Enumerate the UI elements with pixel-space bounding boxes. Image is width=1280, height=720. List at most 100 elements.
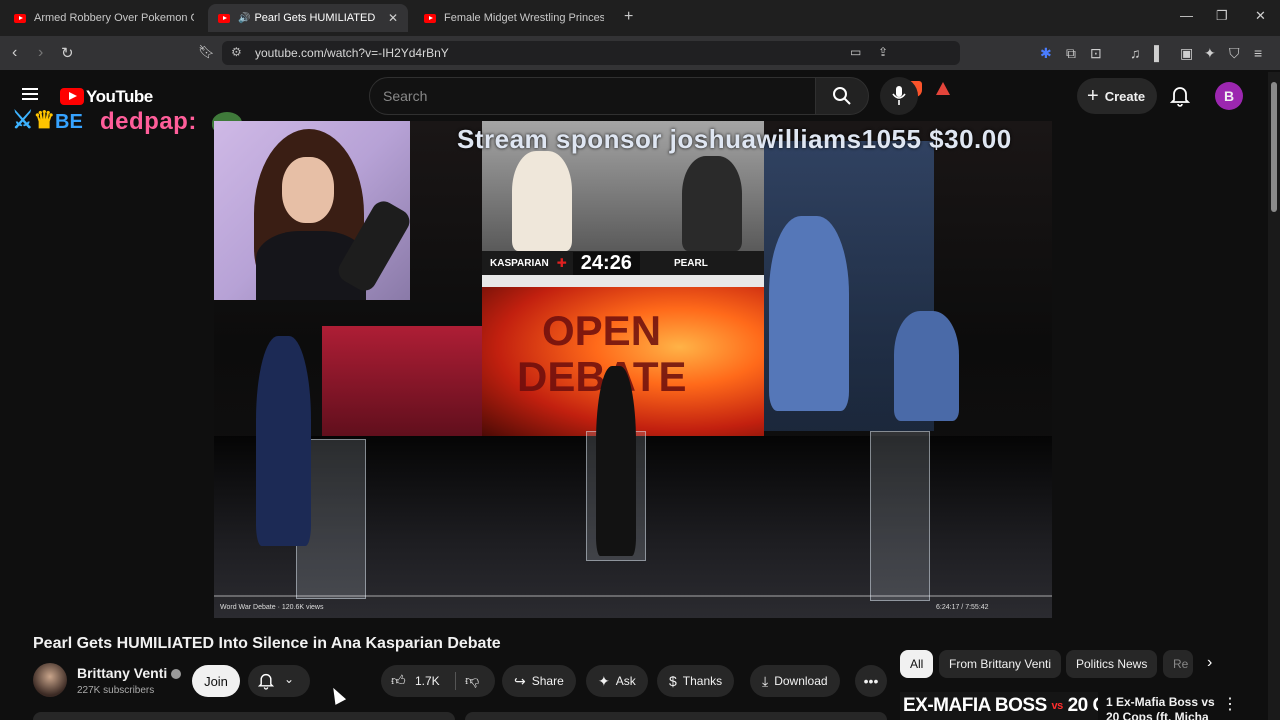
channel-name[interactable]: Brittany Venti	[77, 665, 182, 681]
wallet-icon[interactable]: ▣	[1180, 45, 1193, 62]
browser-menu-icon[interactable]: ≡	[1254, 45, 1262, 61]
debate-scoreboard: KASPARIAN ✚ 24:26 PEARL	[482, 251, 764, 275]
debate-timer: 24:26	[572, 251, 640, 275]
dislike-icon[interactable]: 👎︎	[465, 672, 479, 689]
side-screen-left	[322, 326, 484, 436]
embedded-player-controls: Word War Debate · 120.6K views 6:24:17 /…	[220, 604, 989, 611]
page-scrollbar[interactable]	[1268, 72, 1280, 720]
thumbnail-vs-text: vs	[1051, 699, 1064, 712]
debater-right	[769, 216, 849, 411]
create-button[interactable]: + Create	[1077, 78, 1157, 114]
close-tab-icon[interactable]: ✕	[388, 11, 398, 25]
scrollbar-thumb[interactable]	[1271, 82, 1277, 212]
puzzle-extensions-icon[interactable]: ⧉	[1066, 45, 1076, 62]
youtube-favicon-icon	[14, 13, 26, 23]
search-icon	[833, 87, 851, 105]
notifications-bell-icon[interactable]	[1170, 85, 1190, 107]
account-avatar[interactable]: B	[1215, 82, 1243, 110]
maple-leaf-icon: ✚	[556, 256, 567, 270]
overlay-streamer-name: dedpap:	[100, 108, 197, 135]
leo-ai-icon[interactable]: ✦	[1204, 45, 1216, 62]
extension-icon[interactable]: ✱	[1040, 45, 1052, 62]
restore-icon[interactable]: ❐	[1216, 8, 1228, 24]
super-thanks-icon: $	[669, 673, 677, 689]
speaker-icon: 🔊	[238, 12, 251, 24]
channel-avatar[interactable]	[33, 663, 67, 697]
moderator	[596, 366, 636, 556]
debater-left	[256, 336, 311, 546]
site-info-icon[interactable]: ⚙︎	[231, 45, 242, 59]
voice-search-button[interactable]	[880, 77, 918, 115]
download-button[interactable]: ⤓ Download	[750, 665, 840, 697]
thumbnail-text: EX-MAFIA BOSS vs 20 COPS	[903, 695, 1098, 717]
like-dislike-group: 👍︎ 1.7K 👎︎	[381, 665, 495, 697]
brave-rewards-icon[interactable]	[936, 82, 950, 95]
media-icon[interactable]: ♫	[1130, 45, 1141, 61]
recommended-thumbnail[interactable]: EX-MAFIA BOSS vs 20 COPS	[900, 692, 1098, 720]
chevron-right-icon[interactable]: ›	[1207, 654, 1212, 672]
more-horizontal-icon: •••	[863, 673, 879, 689]
thanks-button[interactable]: $ Thanks	[657, 665, 735, 697]
portrait-right	[682, 156, 742, 251]
like-count[interactable]: 1.7K	[415, 674, 440, 688]
join-button[interactable]: Join	[192, 665, 240, 697]
forward-icon[interactable]: ›	[38, 44, 43, 62]
browser-tab[interactable]: Armed Robbery Over Pokemon Cards	[4, 4, 204, 32]
reload-icon[interactable]: ↻	[61, 44, 74, 62]
youtube-logo-text[interactable]: YouTube	[86, 87, 153, 107]
comments-box-edge	[465, 712, 887, 720]
browser-tab-active[interactable]: 🔊 Pearl Gets HUMILIATED Into Silence ✕	[208, 4, 408, 32]
more-vertical-icon[interactable]: ⋮	[1222, 694, 1238, 714]
video-player[interactable]: KASPARIAN ✚ 24:26 PEARL OPEN DEBATE Stre…	[214, 121, 1052, 618]
search-button[interactable]	[815, 77, 869, 115]
browser-toolbar: ‹ › ↻ 🔖︎ ⚙︎ youtube.com/watch?v=-IH2Yd4r…	[0, 36, 1280, 97]
subscriber-count: 227K subscribers	[77, 685, 155, 696]
sword-crown-badge-icon: ⚔♛BE	[12, 107, 83, 134]
webcam-face	[282, 157, 334, 223]
chip-politics-news[interactable]: Politics News	[1066, 650, 1158, 678]
youtube-logo-icon[interactable]	[60, 88, 84, 105]
description-box-edge	[33, 712, 455, 720]
search-input[interactable]: Search	[369, 77, 816, 115]
ask-button[interactable]: ✦ Ask	[586, 665, 648, 697]
screenshot-icon[interactable]: ⊡	[1090, 45, 1102, 62]
video-title: Pearl Gets HUMILIATED Into Silence in An…	[33, 635, 501, 652]
thumbnail-right-text: 20 COPS	[1067, 695, 1098, 716]
more-actions-button[interactable]: •••	[855, 665, 887, 697]
bookmark-icon[interactable]: 🔖︎	[198, 44, 215, 60]
bell-icon	[258, 673, 274, 690]
mouse-cursor-icon	[327, 685, 347, 705]
download-icon: ⤓	[762, 672, 769, 689]
like-divider	[455, 672, 456, 690]
sidebar-icon[interactable]: ▌	[1154, 45, 1164, 61]
browser-tab-bar: Armed Robbery Over Pokemon Cards 🔊 Pearl…	[0, 0, 1280, 36]
chip-related[interactable]: Re	[1163, 650, 1193, 678]
minimize-icon[interactable]: —	[1180, 8, 1193, 23]
chip-all[interactable]: All	[900, 650, 934, 678]
new-tab-icon[interactable]: +	[624, 8, 633, 26]
cast-icon[interactable]: ▭	[850, 45, 861, 59]
share-button[interactable]: ↪ Share	[502, 665, 576, 697]
youtube-favicon-icon	[424, 13, 436, 23]
recommended-video-title[interactable]: 1 Ex-Mafia Boss vs 20 Cops (ft. Micha	[1106, 695, 1216, 720]
debater-far-right	[894, 311, 959, 421]
chevron-down-icon: ⌄	[284, 672, 295, 686]
close-window-icon[interactable]: ✕	[1255, 8, 1266, 24]
share-page-icon[interactable]: ⇪	[878, 45, 888, 59]
verified-icon	[171, 669, 182, 680]
chip-from-channel[interactable]: From Brittany Venti	[939, 650, 1062, 678]
podium-right	[870, 431, 930, 601]
like-icon[interactable]: 👍︎	[391, 672, 406, 689]
plus-icon: +	[1087, 84, 1099, 107]
youtube-favicon-icon	[218, 13, 230, 23]
address-bar[interactable]: ⚙︎ youtube.com/watch?v=-IH2Yd4rBnY ▭ ⇪	[222, 41, 960, 65]
share-icon: ↪	[514, 672, 526, 689]
browser-tab[interactable]: Female Midget Wrestling Princess Lit	[414, 4, 614, 32]
subscribed-notifications-button[interactable]: ⌄	[248, 665, 310, 697]
sparkle-icon: ✦	[598, 672, 610, 689]
back-icon[interactable]: ‹	[12, 44, 17, 62]
vpn-icon[interactable]: ⛉	[1229, 45, 1240, 62]
microphone-icon	[892, 86, 906, 105]
channel-name-text[interactable]: Brittany Venti	[77, 665, 167, 681]
menu-icon[interactable]	[22, 88, 38, 100]
